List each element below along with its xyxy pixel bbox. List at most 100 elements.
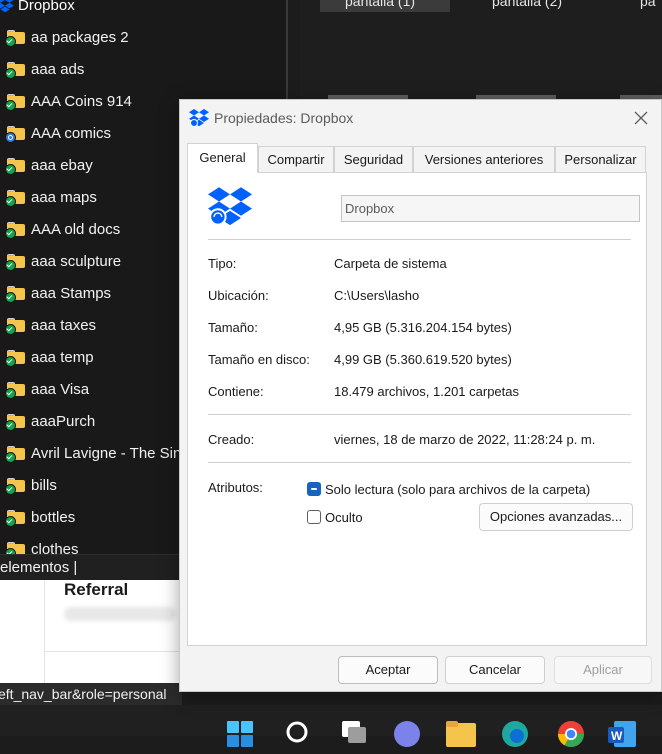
status-bar: elementos | (0, 554, 180, 580)
synced-check-icon (5, 324, 16, 335)
synced-check-icon (5, 356, 16, 367)
tree-item-label: aaa taxes (31, 316, 97, 334)
value-creado: viernes, 18 de marzo de 2022, 11:28:24 p… (334, 432, 596, 447)
tree-item-label: bills (31, 476, 57, 494)
tree-item-label: aaaPurch (31, 412, 96, 430)
tree-item-label: aaa temp (31, 348, 94, 366)
general-panel: Tipo: Carpeta de sistema Ubicación: C:\U… (187, 172, 647, 646)
synced-check-icon (5, 452, 16, 463)
hidden-checkbox[interactable] (307, 510, 321, 524)
label-contiene: Contiene: (208, 384, 264, 399)
file-explorer-icon[interactable] (446, 719, 476, 749)
tree-item-label: aaa maps (31, 188, 97, 206)
sync-status-icon (5, 132, 16, 143)
synced-check-icon (5, 388, 16, 399)
teams-icon[interactable] (392, 719, 422, 749)
dialog-title: Propiedades: Dropbox (214, 110, 354, 126)
folder-icon (5, 222, 25, 239)
cancel-button[interactable]: Cancelar (445, 656, 545, 684)
folder-name-input[interactable] (341, 195, 640, 222)
value-tamano-disco: 4,99 GB (5.360.619.520 bytes) (334, 352, 512, 367)
tree-item-label: Avril Lavigne - The Sin (31, 444, 182, 462)
label-ubicacion: Ubicación: (208, 288, 269, 303)
taskbar: W (0, 705, 662, 748)
advanced-options-button[interactable]: Opciones avanzadas... (479, 503, 633, 531)
dropbox-icon (189, 109, 209, 127)
label-creado: Creado: (208, 432, 255, 447)
folder-icon (5, 158, 25, 175)
folder-icon (5, 286, 25, 303)
redacted-text (64, 607, 176, 621)
value-tamano: 4,95 GB (5.316.204.154 bytes) (334, 320, 512, 335)
status-url: eft_nav_bar&role=personal (0, 683, 182, 705)
value-ubicacion: C:\Users\lasho (334, 288, 420, 303)
label-tamano-disco: Tamaño en disco: (208, 352, 310, 367)
readonly-checkbox[interactable] (307, 482, 321, 496)
tab-seguridad[interactable]: Seguridad (334, 146, 413, 172)
tree-item-label: Dropbox (18, 0, 75, 14)
background-tab-3[interactable]: pa (640, 0, 662, 12)
synced-check-icon (5, 516, 16, 527)
background-tab-2[interactable]: pantalla (2) (492, 0, 592, 12)
background-tab-1[interactable]: pantalla (1) (320, 0, 450, 12)
folder-icon (5, 510, 25, 527)
tree-item-label: aaa Visa (31, 380, 90, 398)
tree-item-label: aaa ebay (31, 156, 93, 174)
tree-item-label: AAA Coins 914 (31, 92, 132, 110)
search-icon[interactable] (284, 719, 314, 749)
synced-check-icon (5, 228, 16, 239)
folder-icon (5, 190, 25, 207)
separator (208, 239, 631, 240)
tab-general[interactable]: General (187, 143, 258, 173)
value-contiene: 18.479 archivos, 1.201 carpetas (334, 384, 520, 399)
page-divider (44, 651, 182, 652)
close-icon (634, 111, 648, 125)
synced-check-icon (5, 260, 16, 271)
folder-icon (5, 382, 25, 399)
chrome-icon[interactable] (556, 719, 586, 749)
tab-versiones-anteriores[interactable]: Versiones anteriores (413, 146, 555, 172)
dropbox-folder-icon (208, 187, 252, 226)
separator (208, 462, 631, 463)
label-atributos: Atributos: (208, 480, 263, 495)
tree-item-label: aaa ads (31, 60, 85, 78)
close-button[interactable] (631, 108, 651, 128)
synced-check-icon (5, 196, 16, 207)
browser-page: Referral (0, 580, 182, 684)
value-tipo: Carpeta de sistema (334, 256, 447, 271)
apply-button[interactable]: Aplicar (554, 656, 652, 684)
tab-personalizar[interactable]: Personalizar (555, 146, 646, 172)
tree-item-folder[interactable]: aa packages 2 (0, 21, 285, 53)
tree-item-label: aaa Stamps (31, 284, 112, 302)
properties-dialog: Propiedades: Dropbox General Compartir S… (179, 99, 662, 692)
folder-icon (5, 126, 25, 143)
folder-icon (5, 478, 25, 495)
label-tamano: Tamaño: (208, 320, 258, 335)
tree-item-label: aa packages 2 (31, 28, 129, 46)
page-title: Referral (64, 580, 129, 599)
task-view-icon[interactable] (338, 719, 368, 749)
dropbox-icon (0, 0, 14, 13)
synced-check-icon (5, 420, 16, 431)
status-text: elementos | (0, 559, 78, 576)
tree-item-dropbox-root[interactable]: Dropbox (0, 0, 285, 16)
hidden-label: Oculto (325, 510, 363, 525)
ok-button[interactable]: Aceptar (338, 656, 438, 684)
tree-item-label: bottles (31, 508, 76, 526)
readonly-label: Solo lectura (solo para archivos de la c… (325, 482, 591, 497)
tree-item-folder[interactable]: aaa ads (0, 53, 285, 85)
windows-start-icon[interactable] (225, 719, 255, 749)
tab-compartir[interactable]: Compartir (258, 146, 334, 172)
synced-check-icon (5, 100, 16, 111)
word-icon[interactable]: W (608, 719, 638, 749)
synced-check-icon (5, 292, 16, 303)
tree-item-label: aaa sculpture (31, 252, 122, 270)
dialog-titlebar: Propiedades: Dropbox (180, 100, 661, 137)
folder-icon (5, 254, 25, 271)
separator (208, 414, 631, 415)
edge-icon[interactable] (500, 719, 530, 749)
folder-icon (5, 414, 25, 431)
folder-icon (5, 318, 25, 335)
window-divider (286, 0, 288, 100)
label-tipo: Tipo: (208, 256, 237, 271)
